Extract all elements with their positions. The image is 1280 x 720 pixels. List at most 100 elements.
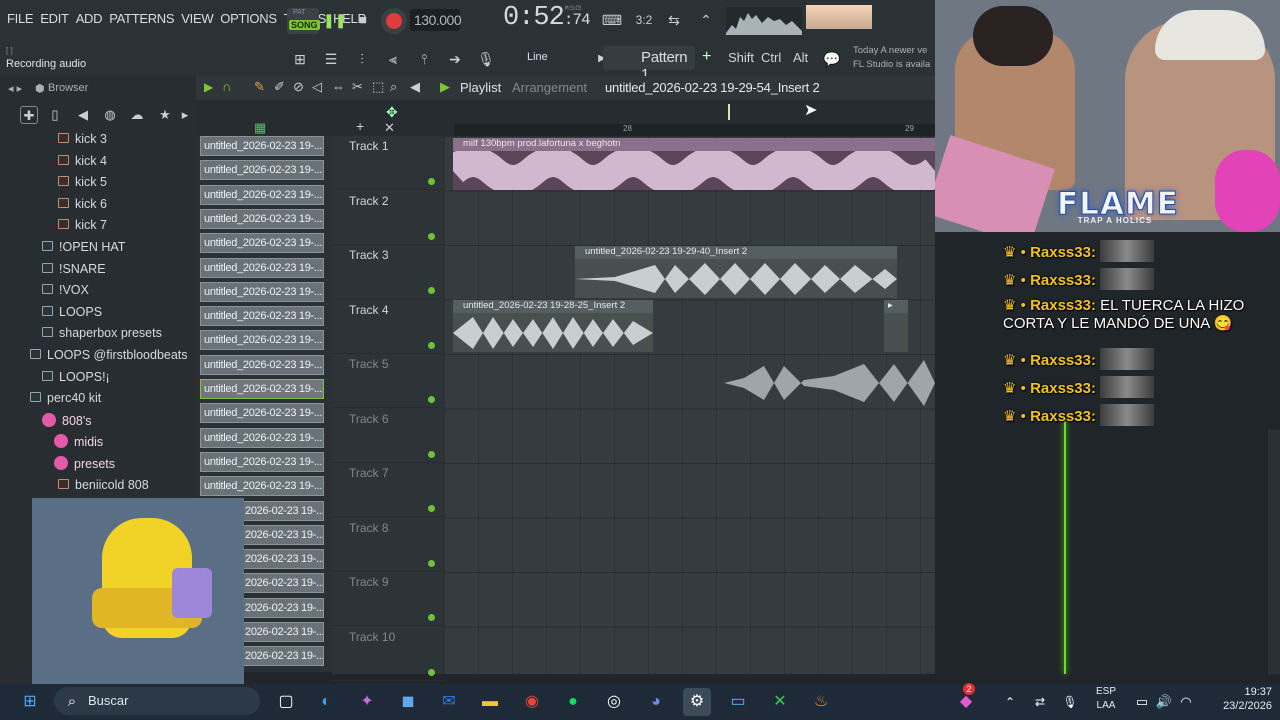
mixer-icon[interactable]: ⫷ [381,47,405,71]
browser-item[interactable]: kick 3 [58,132,107,152]
browser-item[interactable]: beniicold 808 [58,478,149,498]
browser-lock-icon[interactable]: ⬢ [35,82,45,95]
browser-item[interactable]: presets [54,456,115,476]
browser-star-icon[interactable]: ★ [156,106,174,124]
playback-icon[interactable]: ◀ [410,79,420,95]
browser-arrows-icon[interactable]: ◂ ▸ [8,82,22,95]
vertical-scrollbar[interactable] [1268,430,1280,674]
channel-rack-icon[interactable]: ☰ [319,47,343,71]
browser-collapse-icon[interactable]: ✚ [20,106,38,124]
windows-start-icon[interactable]: ⊞ [16,688,44,716]
add-track-icon[interactable]: + [356,118,364,134]
move-icon[interactable]: ✥ [386,104,398,121]
audio-clip-item[interactable]: untitled_2026-02-23 19-... [200,427,324,448]
delete-icon[interactable]: ⊘ [293,79,304,95]
record-button[interactable] [381,8,407,34]
mute-icon[interactable]: ◁ [312,79,322,95]
store-icon[interactable]: ◼ [394,688,422,716]
browser-item[interactable]: LOOPS!¡ [42,370,110,390]
audio-clip-item[interactable]: untitled_2026-02-23 19-... [200,354,324,375]
steam-icon[interactable]: ⚙ [683,688,711,716]
tray-mic-icon[interactable]: 🎙 [1056,688,1084,716]
microphone-icon[interactable]: 🎙 [474,47,498,71]
audio-clip-item[interactable]: untitled_2026-02-23 19-... [200,476,324,497]
audio-clip-item[interactable]: untitled_2026-02-23 19-... [200,136,324,156]
browser-next-icon[interactable]: ▸ [176,106,194,124]
edge-icon[interactable]: ◐ [312,688,340,716]
audio-clip-item[interactable]: untitled_2026-02-23 19-... [200,184,324,205]
track-header[interactable]: Track 7 [332,463,444,517]
add-pattern-button[interactable]: + [702,48,711,66]
playlist-grid[interactable]: milf 130bpm prod.lafortuna x beghotn unt… [444,136,935,674]
track-enable-led[interactable] [428,450,435,458]
track-header[interactable]: Track 1 [332,136,444,190]
audio-clip-item[interactable]: untitled_2026-02-23 19-... [200,306,324,327]
copilot-icon[interactable]: ✦ [353,688,381,716]
audio-clip-track1[interactable]: milf 130bpm prod.lafortuna x beghotn [453,138,935,190]
menu-patterns[interactable]: PATTERNS [109,11,174,26]
explorer-icon[interactable]: ▬ [476,688,504,716]
task-view-icon[interactable]: ▢ [272,688,300,716]
track-enable-led[interactable] [428,614,435,621]
track-header[interactable]: Track 2 [332,191,444,245]
browser-item[interactable]: shaperbox presets [42,326,162,346]
tray-chevron-icon[interactable]: ⌃ [996,688,1024,716]
loop-record-icon[interactable]: ⇆ [662,8,686,32]
track-header[interactable]: Track 4 [332,300,444,354]
browser-item[interactable]: kick 5 [58,175,107,195]
menu-options[interactable]: OPTIONS [220,11,277,26]
track-header[interactable]: Track 9 [332,572,444,626]
magnet-icon[interactable]: ∩ [222,79,231,94]
song-time-display[interactable]: 0:52:74 M:S:CS [503,3,591,33]
snap-selector[interactable]: Line [505,48,585,68]
browser-item[interactable]: kick 7 [58,218,107,238]
audio-clip-item[interactable]: untitled_2026-02-23 19-... [200,379,324,399]
pat-song-toggle[interactable]: PAT SONG [287,8,320,34]
wifi-icon[interactable]: ◠ [1172,688,1200,716]
audio-clip-item[interactable]: untitled_2026-02-23 19-... [200,160,324,181]
plugins-icon[interactable]: ⫯ [412,47,436,71]
browser-item[interactable]: kick 6 [58,197,107,217]
track-enable-led[interactable] [428,505,435,512]
browser-item[interactable]: !VOX [42,283,89,303]
beat-step-icon[interactable]: 3:2 [632,8,656,32]
slice-icon[interactable]: ✂ [352,79,363,95]
zoom-icon[interactable]: ⌕ [390,79,397,95]
tempo-display[interactable]: 130.000 [410,9,462,31]
taskbar-clock[interactable]: 19:37 23/2/2026 [1202,685,1272,713]
xbox-icon[interactable]: ✕ [766,688,794,716]
alt-key[interactable]: Alt [793,50,808,65]
grid-icon[interactable]: ▦ [254,120,266,136]
chat-bubble-icon[interactable]: 💬 [820,47,844,71]
browser-item[interactable]: 808's [42,412,92,433]
browser-item[interactable]: perc40 kit [30,391,101,411]
audio-clip-item[interactable]: untitled_2026-02-23 19-... [200,403,324,424]
audio-clip-track3[interactable]: untitled_2026-02-23 19-29-40_Insert 2 [575,246,897,298]
keyboard-icon[interactable]: ⌨ [600,8,624,32]
pattern-selector[interactable]: Pattern 1 [603,46,695,83]
chrome-icon[interactable]: ◉ [518,688,546,716]
menu-view[interactable]: VIEW [181,11,213,26]
paint-icon[interactable]: ✐ [274,79,285,95]
playlist-play-icon[interactable]: ▶ [440,79,450,95]
browser-item[interactable]: !OPEN HAT [42,240,125,260]
close-x-icon[interactable]: ✕ [384,120,395,136]
fl-studio-icon[interactable]: ♨ [807,688,835,716]
menu-file[interactable]: FILE [7,11,34,26]
browser-item[interactable]: midis [54,434,103,454]
shift-key[interactable]: Shift [728,50,754,65]
track-header[interactable]: Track 5 [332,354,444,408]
browser-item[interactable]: LOOPS @firstbloodbeats [30,348,188,368]
browser-file-icon[interactable]: ▯ [46,106,64,124]
track-header[interactable]: Track 3 [332,245,444,299]
track-enable-led[interactable] [428,396,435,403]
browser-item[interactable]: LOOPS [42,305,102,325]
taskbar-search[interactable]: Buscar [54,687,260,715]
browser-cloud-icon[interactable]: ☁ [128,106,146,124]
slip-icon[interactable]: ⇔ [332,79,345,94]
timeline-ruler[interactable]: ✥ ▦ + ✕ [196,100,935,136]
spotify-icon[interactable]: ● [559,688,587,716]
stop-button[interactable]: ■ [352,9,374,31]
track-enable-led[interactable] [428,341,435,349]
piano-roll-icon[interactable]: ⫶ [350,47,374,71]
